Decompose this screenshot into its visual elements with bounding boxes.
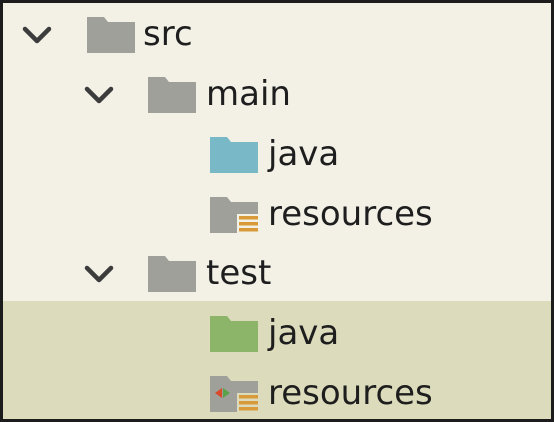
tree-node-label: src bbox=[143, 14, 193, 54]
sources-folder-icon bbox=[210, 137, 258, 173]
folder-icon bbox=[148, 77, 196, 113]
tree-node-label: main bbox=[206, 74, 291, 114]
tree-node-test-java[interactable]: java bbox=[3, 304, 551, 364]
tree-node-src[interactable]: src bbox=[3, 5, 551, 65]
resources-folder-icon bbox=[210, 197, 258, 233]
tree-node-test-resources[interactable]: resources bbox=[3, 364, 551, 419]
tree-node-main-java[interactable]: java bbox=[3, 125, 551, 185]
tree-node-label: java bbox=[268, 313, 340, 353]
chevron-down-icon[interactable] bbox=[81, 83, 117, 107]
test-sources-folder-icon bbox=[210, 316, 258, 352]
tree-node-main-resources[interactable]: resources bbox=[3, 185, 551, 245]
tree-node-main[interactable]: main bbox=[3, 65, 551, 125]
tree-node-test[interactable]: test bbox=[3, 244, 551, 304]
tree-node-label: resources bbox=[268, 194, 433, 234]
chevron-down-icon[interactable] bbox=[81, 262, 117, 286]
tree-node-label: java bbox=[268, 134, 340, 174]
project-tree-panel: src main java resources test java resour… bbox=[0, 0, 554, 422]
folder-icon bbox=[148, 256, 196, 292]
tree-node-label: test bbox=[206, 253, 272, 293]
source-root-folder-icon bbox=[87, 17, 135, 53]
tree-node-label: resources bbox=[268, 373, 433, 413]
test-resources-folder-icon bbox=[210, 376, 258, 412]
chevron-down-icon[interactable] bbox=[19, 23, 55, 47]
